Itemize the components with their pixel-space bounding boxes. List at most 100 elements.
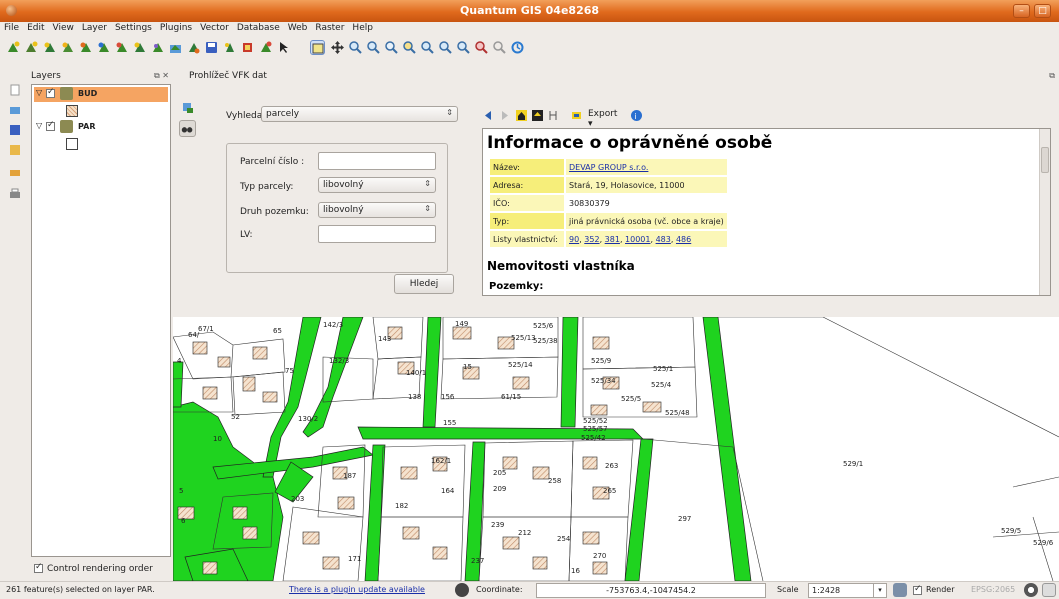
zoom-last-icon[interactable] bbox=[438, 40, 453, 55]
minimize-button[interactable]: – bbox=[1013, 4, 1030, 18]
maximize-button[interactable]: □ bbox=[1034, 4, 1051, 18]
search-type-select[interactable]: parcely ⇕ bbox=[261, 106, 458, 122]
menu-view[interactable]: View bbox=[49, 22, 78, 33]
print-icon[interactable] bbox=[9, 188, 21, 200]
open-project-icon[interactable] bbox=[9, 104, 21, 116]
sheet-icon[interactable] bbox=[570, 109, 583, 122]
menu-plugins[interactable]: Plugins bbox=[156, 22, 196, 33]
save-project-icon[interactable] bbox=[9, 124, 21, 136]
menu-layer[interactable]: Layer bbox=[78, 22, 111, 33]
plugin-update-link[interactable]: There is a plugin update available bbox=[289, 585, 425, 594]
map-selection-icon[interactable] bbox=[531, 109, 544, 122]
layer-visibility-checkbox[interactable] bbox=[46, 120, 55, 131]
add-postgis-layer-icon[interactable] bbox=[42, 40, 57, 55]
layer-visibility-checkbox[interactable] bbox=[46, 87, 55, 98]
lv-link[interactable]: 486 bbox=[676, 235, 691, 244]
select-features-icon[interactable] bbox=[310, 40, 325, 55]
vfk-float-button[interactable]: ⧉ bbox=[1049, 71, 1055, 81]
add-delimited-layer-icon[interactable] bbox=[114, 40, 129, 55]
save-edits-icon[interactable] bbox=[204, 40, 219, 55]
menu-help[interactable]: Help bbox=[348, 22, 377, 33]
lv-link[interactable]: 483 bbox=[656, 235, 671, 244]
zoom-layer-icon[interactable] bbox=[420, 40, 435, 55]
status-bar: 261 feature(s) selected on layer PAR. Th… bbox=[0, 581, 1059, 599]
zoom-out-icon[interactable] bbox=[366, 40, 381, 55]
home-icon[interactable] bbox=[515, 109, 528, 122]
menu-web[interactable]: Web bbox=[284, 22, 312, 33]
messages-icon[interactable] bbox=[1042, 583, 1056, 597]
parcel-type-select[interactable]: libovolný ⇕ bbox=[318, 177, 436, 193]
hierarchy-icon[interactable] bbox=[548, 109, 561, 122]
print-composer-icon[interactable] bbox=[9, 166, 21, 178]
menu-settings[interactable]: Settings bbox=[111, 22, 156, 33]
help-icon[interactable]: i bbox=[630, 109, 643, 122]
owner-name-link[interactable]: DEVAP GROUP s.r.o. bbox=[569, 163, 648, 172]
lv-link[interactable]: 381 bbox=[605, 235, 620, 244]
load-vfk-icon[interactable] bbox=[181, 101, 195, 115]
search-button[interactable]: Hledej bbox=[394, 274, 454, 294]
lv-link[interactable]: 352 bbox=[584, 235, 599, 244]
map-canvas[interactable]: 67/1 64/ 142/3 149 525/13 525/6 525/38 1… bbox=[173, 317, 1059, 581]
add-mssql-layer-icon[interactable] bbox=[150, 40, 165, 55]
vertical-scrollbar[interactable] bbox=[1039, 129, 1050, 295]
menu-vector[interactable]: Vector bbox=[196, 22, 233, 33]
pan-tool-icon[interactable] bbox=[222, 40, 237, 55]
control-rendering-order[interactable]: Control rendering order bbox=[34, 562, 153, 574]
zoom-in-icon[interactable] bbox=[348, 40, 363, 55]
table-row: Název: DEVAP GROUP s.r.o. bbox=[490, 159, 727, 175]
search-binoculars-icon[interactable] bbox=[179, 120, 196, 137]
add-spatialite-layer-icon[interactable] bbox=[60, 40, 75, 55]
chevron-down-icon[interactable]: ▾ bbox=[873, 584, 886, 597]
add-raster-layer-icon[interactable] bbox=[24, 40, 39, 55]
epsg-label[interactable]: EPSG:2065 bbox=[971, 585, 1015, 594]
coordinate-field[interactable]: -753763.4,-1047454.2 bbox=[536, 583, 766, 598]
export-menu[interactable]: Export ▾ bbox=[588, 109, 617, 129]
stop-render-icon[interactable] bbox=[893, 583, 907, 597]
zoom-full-icon[interactable] bbox=[384, 40, 399, 55]
refresh-icon[interactable] bbox=[510, 40, 525, 55]
table-key: Adresa: bbox=[490, 177, 564, 193]
forward-icon[interactable] bbox=[498, 109, 511, 122]
lv-input[interactable] bbox=[318, 225, 436, 243]
plugin-update-icon[interactable] bbox=[455, 583, 469, 597]
render-checkbox[interactable] bbox=[913, 584, 922, 595]
back-icon[interactable] bbox=[482, 109, 495, 122]
zoom-next-icon[interactable] bbox=[456, 40, 471, 55]
scrollbar-thumb[interactable] bbox=[1041, 147, 1049, 173]
parcel-number-input[interactable] bbox=[318, 152, 436, 170]
add-gps-layer-icon[interactable] bbox=[240, 40, 255, 55]
pan-map-icon[interactable] bbox=[330, 40, 345, 55]
control-rendering-checkbox[interactable] bbox=[34, 562, 43, 573]
new-shapefile-layer-icon[interactable] bbox=[168, 40, 183, 55]
lv-link[interactable]: 10001 bbox=[625, 235, 650, 244]
menu-database[interactable]: Database bbox=[233, 22, 284, 33]
zoom-native-icon[interactable] bbox=[474, 40, 489, 55]
pointer-tool-icon[interactable] bbox=[276, 40, 291, 55]
projection-icon[interactable] bbox=[1024, 583, 1038, 597]
land-type-select[interactable]: libovolný ⇕ bbox=[318, 202, 436, 218]
new-spatialite-layer-icon[interactable] bbox=[186, 40, 201, 55]
table-row: Listy vlastnictví: 90, 352, 381, 10001, 4… bbox=[490, 231, 727, 247]
menu-file[interactable]: File bbox=[0, 22, 23, 33]
layer-item-bud[interactable]: ▽ BUD bbox=[34, 87, 168, 102]
add-wms-layer-icon[interactable] bbox=[78, 40, 93, 55]
table-value: Stará, 19, Holasovice, 11000 bbox=[566, 177, 727, 193]
menu-raster[interactable]: Raster bbox=[311, 22, 348, 33]
expand-arrow-icon[interactable]: ▽ bbox=[36, 88, 42, 97]
add-wfs-layer-icon[interactable] bbox=[96, 40, 111, 55]
scale-field[interactable]: 1:2428 ▾ bbox=[808, 583, 887, 598]
menu-edit[interactable]: Edit bbox=[23, 22, 48, 33]
add-oracle-layer-icon[interactable] bbox=[132, 40, 147, 55]
lv-link[interactable]: 90 bbox=[569, 235, 579, 244]
save-as-icon[interactable] bbox=[9, 144, 21, 156]
add-vector-layer-icon[interactable] bbox=[6, 40, 21, 55]
layer-item-par[interactable]: ▽ PAR bbox=[34, 120, 168, 135]
new-project-icon[interactable] bbox=[9, 84, 21, 96]
map-tips-icon[interactable] bbox=[492, 40, 507, 55]
expand-arrow-icon[interactable]: ▽ bbox=[36, 121, 42, 130]
parcel-label: 5 bbox=[179, 487, 184, 495]
layers-panel-controls[interactable]: ⧉ ✕ bbox=[154, 71, 169, 81]
info-browser[interactable]: Informace o oprávněné osobě Název: DEVAP … bbox=[482, 128, 1051, 296]
identify-icon[interactable] bbox=[258, 40, 273, 55]
zoom-selection-icon[interactable] bbox=[402, 40, 417, 55]
